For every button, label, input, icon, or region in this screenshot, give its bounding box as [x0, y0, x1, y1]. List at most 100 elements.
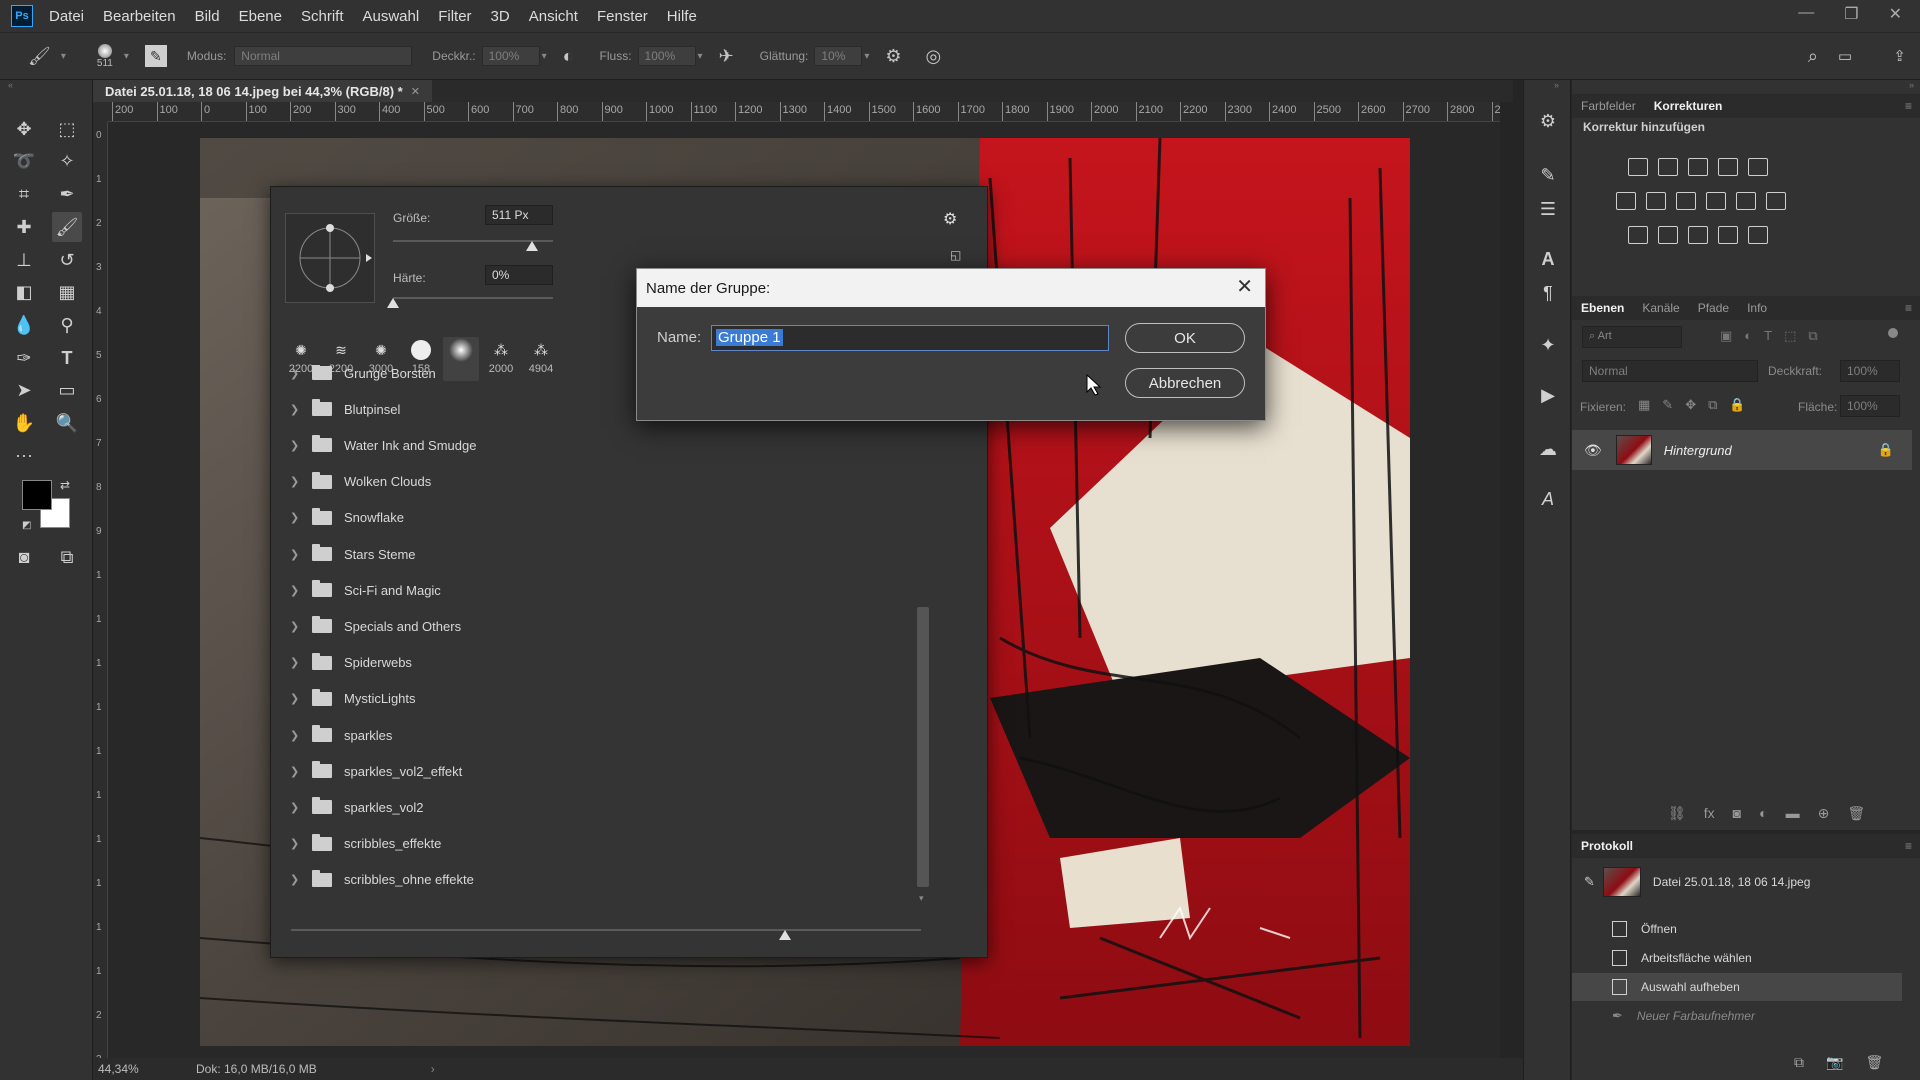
tab-ebenen[interactable]: Ebenen — [1572, 301, 1633, 315]
tab-protokoll[interactable]: Protokoll — [1572, 839, 1642, 853]
adjustment-filter-icon[interactable]: ◐ — [1744, 328, 1752, 344]
chevron-right-icon[interactable]: › — [431, 1062, 435, 1076]
vibrance-icon[interactable] — [1748, 158, 1768, 176]
brush-folder-row[interactable]: ❯ Wolken Clouds — [290, 464, 910, 500]
color-balance-icon[interactable] — [1646, 192, 1666, 210]
default-colors-icon[interactable]: ◩ — [22, 520, 31, 531]
posterize-icon[interactable] — [1658, 226, 1678, 244]
quick-mask-icon[interactable]: ◙ — [9, 542, 39, 572]
tab-pfade[interactable]: Pfade — [1689, 301, 1738, 315]
preview-size-thumb[interactable] — [779, 930, 791, 940]
collapse-icon[interactable]: » — [1554, 80, 1559, 90]
chevron-right-icon[interactable]: ❯ — [290, 511, 306, 524]
pixel-filter-icon[interactable]: ▣ — [1720, 328, 1732, 344]
chevron-right-icon[interactable]: ❯ — [290, 837, 306, 850]
link-layers-icon[interactable]: ⛓ — [1668, 805, 1686, 822]
hardness-input[interactable]: 0% — [485, 265, 553, 285]
layer-row-hintergrund[interactable]: 👁 Hintergrund 🔒 — [1572, 430, 1912, 470]
chevron-right-icon[interactable]: ❯ — [290, 403, 306, 416]
brush-folder-row[interactable]: ❯ Specials and Others — [290, 608, 910, 644]
brush-tool-icon[interactable]: 🖌 — [28, 46, 51, 67]
chevron-down-icon[interactable]: ▾ — [61, 51, 66, 62]
chevron-down-icon[interactable]: ▾ — [698, 51, 703, 62]
panel-menu-icon[interactable]: ≡ — [1905, 839, 1912, 853]
chevron-right-icon[interactable]: ❯ — [290, 620, 306, 633]
hardness-slider[interactable] — [393, 297, 553, 299]
opacity-input[interactable]: 100% — [481, 46, 540, 66]
healing-brush-tool-icon[interactable]: ✚ — [9, 212, 39, 242]
pressure-size-icon[interactable]: ◎ — [926, 46, 942, 67]
selective-color-icon[interactable] — [1718, 226, 1738, 244]
pressure-opacity-icon[interactable]: ◐ — [563, 46, 574, 67]
tab-farbfelder[interactable]: Farbfelder — [1572, 99, 1645, 113]
clone-stamp-tool-icon[interactable]: ⊥ — [9, 245, 39, 275]
brush-preset-picker[interactable]: 511 — [92, 43, 118, 69]
blur-tool-icon[interactable]: 💧 — [9, 310, 39, 340]
smoothing-input[interactable]: 10% — [814, 46, 863, 66]
horizontal-ruler[interactable]: 200 100 0 100 200 300 400 500 600 700 800 900 1000 11… — [108, 102, 1500, 122]
lock-transparency-icon[interactable]: ▦ — [1638, 397, 1650, 413]
name-input[interactable]: Gruppe 1 — [711, 325, 1109, 351]
hardness-slider-thumb[interactable] — [387, 298, 399, 308]
flow-input[interactable]: 100% — [637, 46, 696, 66]
chevron-down-icon[interactable]: ▾ — [864, 51, 869, 62]
crop-tool-icon[interactable]: ⌗ — [9, 179, 39, 209]
menu-ebene[interactable]: Ebene — [239, 8, 282, 25]
properties-icon[interactable]: ⚙ — [1535, 108, 1561, 134]
collapse-icon[interactable]: » — [1909, 80, 1914, 90]
gradient-tool-icon[interactable]: ▦ — [52, 277, 82, 307]
history-item[interactable]: Öffnen — [1572, 915, 1902, 943]
menu-schrift[interactable]: Schrift — [301, 8, 344, 25]
brush-folder-row[interactable]: ❯ Sci-Fi and Magic — [290, 572, 910, 608]
collapse-icon[interactable]: « — [8, 80, 13, 90]
rectangle-tool-icon[interactable]: ▭ — [52, 375, 82, 405]
threshold-icon[interactable] — [1688, 226, 1708, 244]
chevron-right-icon[interactable]: ❯ — [290, 584, 306, 597]
filter-toggle[interactable] — [1888, 328, 1898, 338]
new-group-icon[interactable]: ▬ — [1786, 805, 1800, 822]
search-icon[interactable]: ⌕ — [1808, 46, 1818, 67]
more-tools-icon[interactable]: ··· — [9, 440, 39, 470]
adjustments-icon[interactable]: ☰ — [1535, 196, 1561, 222]
hand-tool-icon[interactable]: ✋ — [9, 408, 39, 438]
history-brush-source-icon[interactable]: ✎ — [1584, 874, 1595, 890]
new-layer-icon[interactable]: ⊕ — [1818, 805, 1830, 822]
menu-ansicht[interactable]: Ansicht — [529, 8, 578, 25]
brush-folder-row[interactable]: ❯ sparkles_vol2 — [290, 789, 910, 825]
brush-folder-row[interactable]: ❯ Water Ink and Smudge — [290, 427, 910, 463]
fx-icon[interactable]: fx — [1704, 805, 1715, 822]
chevron-right-icon[interactable]: ❯ — [290, 439, 306, 452]
airbrush-icon[interactable]: ✈ — [719, 46, 734, 67]
add-mask-icon[interactable]: ◙ — [1733, 805, 1741, 822]
chevron-right-icon[interactable]: ❯ — [290, 367, 306, 380]
dodge-tool-icon[interactable]: ⚲ — [52, 310, 82, 340]
size-slider-thumb[interactable] — [526, 241, 539, 251]
chevron-right-icon[interactable]: ❯ — [290, 873, 306, 886]
path-select-tool-icon[interactable]: ➤ — [9, 375, 39, 405]
layer-opacity-input[interactable]: 100% — [1840, 360, 1900, 382]
history-item-undone[interactable]: ✒ Neuer Farbaufnehmer — [1572, 1002, 1902, 1030]
chevron-right-icon[interactable]: ❯ — [290, 801, 306, 814]
workspace-icon[interactable]: ▭ — [1838, 47, 1852, 65]
curves-icon[interactable] — [1688, 158, 1708, 176]
levels-icon[interactable] — [1658, 158, 1678, 176]
brush-folder-row[interactable]: ❯ Snowflake — [290, 500, 910, 536]
chevron-right-icon[interactable]: ❯ — [290, 656, 306, 669]
brush-settings-icon[interactable]: ✎ — [1535, 162, 1561, 188]
hue-saturation-icon[interactable] — [1616, 192, 1636, 210]
type-filter-icon[interactable]: T — [1764, 328, 1772, 344]
brush-folder-row[interactable]: ❯ sparkles_vol2_effekt — [290, 753, 910, 789]
layer-filter-select[interactable]: ⌕ Art — [1582, 326, 1682, 348]
new-document-from-state-icon[interactable]: ⧉ — [1794, 1054, 1804, 1071]
lock-artboard-icon[interactable]: ⧉ — [1708, 397, 1717, 413]
brush-list-scrollbar[interactable] — [917, 607, 929, 887]
brush-folder-row[interactable]: ❯ sparkles — [290, 717, 910, 753]
paragraph-icon[interactable]: ¶ — [1535, 280, 1561, 306]
gradient-map-icon[interactable] — [1748, 226, 1768, 244]
zoom-level[interactable]: 44,34% — [98, 1062, 196, 1076]
screen-mode-icon[interactable]: ⧉ — [52, 542, 82, 572]
chevron-down-icon[interactable]: ▾ — [124, 51, 129, 62]
lasso-tool-icon[interactable]: ➰ — [9, 146, 39, 176]
brush-settings-toggle-icon[interactable]: ✎ — [144, 45, 167, 67]
ok-button[interactable]: OK — [1125, 323, 1245, 353]
